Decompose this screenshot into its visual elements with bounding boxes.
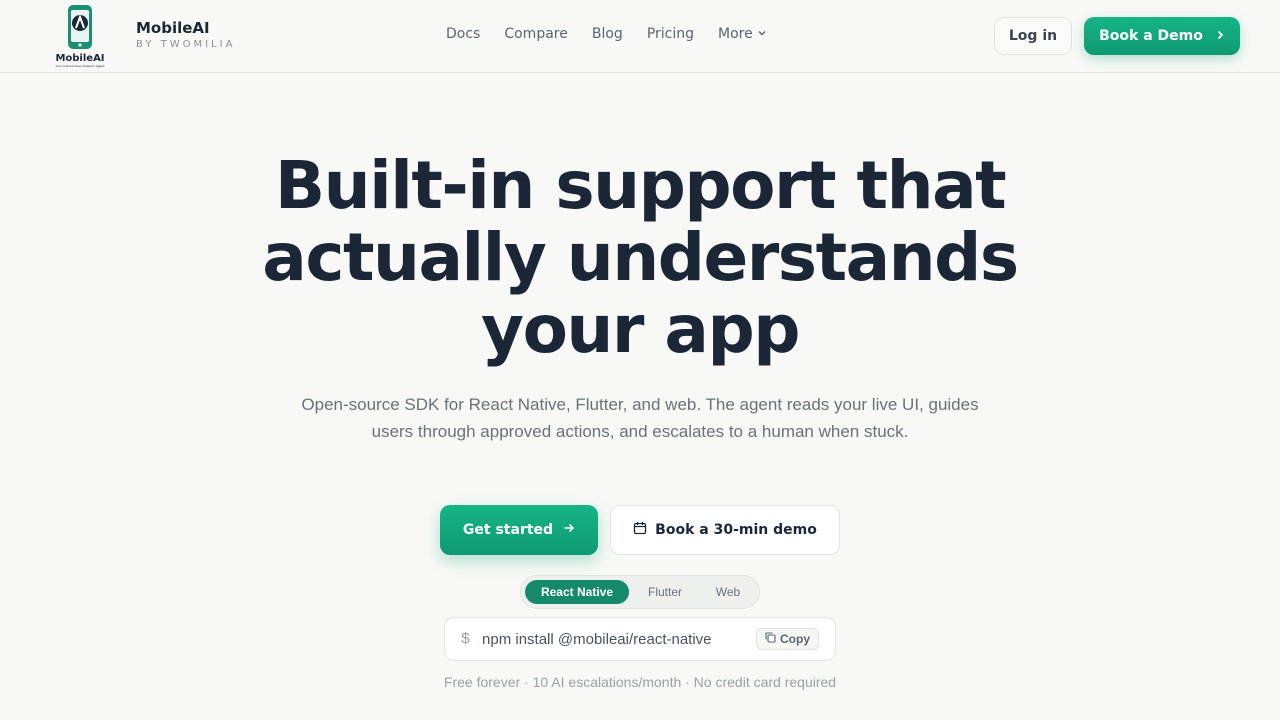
chevron-right-icon <box>1215 28 1225 44</box>
book-demo-label: Book a Demo <box>1099 28 1203 44</box>
tab-flutter[interactable]: Flutter <box>629 580 701 604</box>
nav-link-more[interactable]: More <box>718 26 767 42</box>
nav-links: Docs Compare Blog Pricing More <box>446 26 767 42</box>
hero-title: Built-in support that actually understan… <box>262 147 1019 368</box>
tab-web[interactable]: Web <box>701 580 755 604</box>
book-30-min-demo-button[interactable]: Book a 30-min demo <box>610 505 840 555</box>
top-navbar: MobileAI Your Autonomous Support Agent M… <box>0 0 1280 73</box>
pricing-footnote: Free forever · 10 AI escalations/month ·… <box>443 674 837 690</box>
svg-text:Your Autonomous Support Agent: Your Autonomous Support Agent <box>56 64 106 68</box>
book-30-min-demo-label: Book a 30-min demo <box>655 522 817 538</box>
chevron-down-icon <box>757 26 767 42</box>
copy-button[interactable]: Copy <box>756 628 819 650</box>
brand-name: MobileAI <box>136 19 210 37</box>
calendar-icon <box>633 521 647 539</box>
brand-subtitle: BY TWOMILIA <box>136 39 236 50</box>
shell-prompt: $ <box>461 630 471 648</box>
nav-link-more-label: More <box>718 26 753 42</box>
svg-text:MobileAI: MobileAI <box>55 53 104 64</box>
book-demo-button[interactable]: Book a Demo <box>1084 17 1240 55</box>
install-command-box: $ npm install @mobileai/react-native Cop… <box>444 617 836 661</box>
install-command[interactable]: npm install @mobileai/react-native <box>482 631 756 648</box>
nav-link-blog[interactable]: Blog <box>592 26 623 42</box>
tab-react-native[interactable]: React Native <box>525 580 629 604</box>
copy-label: Copy <box>780 632 810 646</box>
mobileai-logo[interactable]: MobileAI Your Autonomous Support Agent <box>52 4 108 68</box>
nav-link-docs[interactable]: Docs <box>446 26 480 42</box>
nav-link-pricing[interactable]: Pricing <box>647 26 694 42</box>
get-started-label: Get started <box>462 522 554 538</box>
hero-subtitle: Open-source SDK for React Native, Flutte… <box>301 395 979 441</box>
arrow-right-icon <box>563 522 575 538</box>
copy-icon <box>765 632 776 646</box>
nav-link-compare[interactable]: Compare <box>504 26 568 42</box>
login-button[interactable]: Log in <box>994 17 1072 55</box>
platform-tabs: React Native Flutter Web <box>520 575 760 609</box>
get-started-button[interactable]: Get started <box>440 505 598 555</box>
